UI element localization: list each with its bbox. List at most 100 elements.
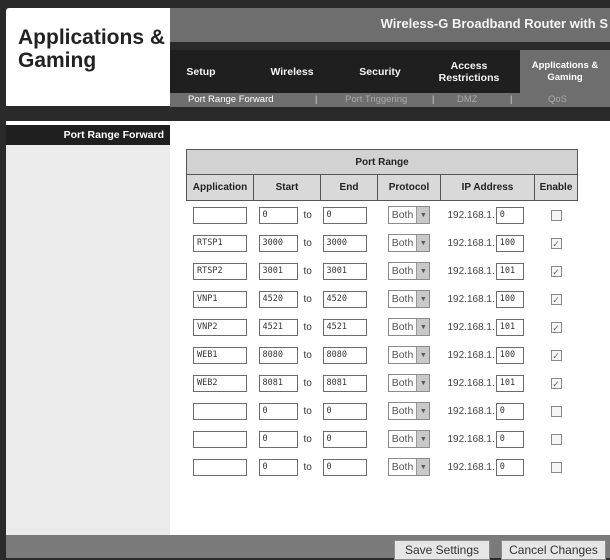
end-port-input[interactable]: 8081 xyxy=(322,374,367,392)
enable-checkbox[interactable]: ✓ xyxy=(550,349,562,361)
start-port-input[interactable]: 4521 xyxy=(258,318,298,336)
save-settings-button[interactable]: Save Settings xyxy=(394,540,490,560)
subtab-port-range-forward[interactable]: Port Range Forward xyxy=(188,94,274,105)
ip-last-octet-input[interactable]: 0 xyxy=(495,402,524,420)
ip-last-octet-input[interactable]: 100 xyxy=(495,346,524,364)
ip-last-octet-input[interactable]: 101 xyxy=(495,374,524,392)
ip-last-octet-input[interactable]: 0 xyxy=(495,206,524,224)
ip-last-octet-input[interactable]: 100 xyxy=(495,234,524,252)
chevron-down-icon[interactable]: ▼ xyxy=(416,431,430,447)
subtab-separator: | xyxy=(432,94,435,104)
chevron-down-icon[interactable]: ▼ xyxy=(416,319,430,335)
enable-checkbox[interactable]: ✓ xyxy=(550,377,562,389)
application-name-input[interactable]: VNP2 xyxy=(193,318,247,336)
ip-last-octet-input[interactable]: 101 xyxy=(495,318,524,336)
application-name-input[interactable] xyxy=(193,430,247,448)
protocol-select[interactable]: Both ▼ xyxy=(387,430,431,448)
application-name-input[interactable]: VNP1 xyxy=(193,290,247,308)
content-area: Port Range Application Start End Protoco… xyxy=(170,125,610,535)
enable-checkbox[interactable]: ✓ xyxy=(550,293,562,305)
application-name-input[interactable] xyxy=(193,458,247,476)
chevron-down-icon[interactable]: ▼ xyxy=(416,263,430,279)
start-port-input[interactable]: 4520 xyxy=(258,290,298,308)
to-label: to xyxy=(303,461,312,473)
cancel-changes-button[interactable]: Cancel Changes xyxy=(501,540,606,560)
enable-checkbox[interactable]: ✓ xyxy=(550,237,562,249)
ip-prefix: 192.168.1. xyxy=(447,349,495,361)
tab-applications-gaming[interactable]: Applications & Gaming xyxy=(520,50,610,93)
protocol-select[interactable]: Both ▼ xyxy=(387,290,431,308)
start-port-input[interactable]: 0 xyxy=(258,430,298,448)
tab-security[interactable]: Security xyxy=(340,50,420,93)
protocol-select[interactable]: Both ▼ xyxy=(387,234,431,252)
enable-checkbox[interactable] xyxy=(550,461,562,473)
product-name: Wireless-G Broadband Router with S xyxy=(380,16,608,31)
check-icon: ✓ xyxy=(552,322,560,333)
end-port-input[interactable]: 4521 xyxy=(322,318,367,336)
left-nav-label: Port Range Forward xyxy=(63,129,164,141)
start-port-input[interactable]: 0 xyxy=(258,458,298,476)
subtab-port-triggering[interactable]: Port Triggering xyxy=(345,94,407,105)
application-name-input[interactable]: RTSP1 xyxy=(193,234,247,252)
application-name-input[interactable] xyxy=(193,402,247,420)
application-name-input[interactable]: WEB2 xyxy=(193,374,247,392)
ip-prefix: 192.168.1. xyxy=(447,405,495,417)
end-port-input[interactable]: 3001 xyxy=(322,262,367,280)
chevron-down-icon[interactable]: ▼ xyxy=(416,235,430,251)
ip-last-octet-input[interactable]: 100 xyxy=(495,290,524,308)
chevron-down-icon[interactable]: ▼ xyxy=(416,291,430,307)
to-label: to xyxy=(303,293,312,305)
start-port-input[interactable]: 0 xyxy=(258,402,298,420)
enable-checkbox[interactable] xyxy=(550,405,562,417)
end-port-input[interactable]: 4520 xyxy=(322,290,367,308)
end-port-input[interactable]: 3000 xyxy=(322,234,367,252)
end-port-input[interactable]: 0 xyxy=(322,458,367,476)
protocol-value: Both xyxy=(391,321,414,333)
protocol-select[interactable]: Both ▼ xyxy=(387,262,431,280)
to-label: to xyxy=(303,377,312,389)
protocol-value: Both xyxy=(391,293,414,305)
enable-checkbox[interactable] xyxy=(550,433,562,445)
start-port-input[interactable]: 3001 xyxy=(258,262,298,280)
router-admin-window: Applications & Gaming Wireless-G Broadba… xyxy=(0,0,610,560)
tab-setup[interactable]: Setup xyxy=(170,50,232,93)
protocol-select[interactable]: Both ▼ xyxy=(387,318,431,336)
end-port-input[interactable]: 8080 xyxy=(322,346,367,364)
chevron-down-icon[interactable]: ▼ xyxy=(416,403,430,419)
to-label: to xyxy=(303,265,312,277)
end-port-input[interactable]: 0 xyxy=(322,430,367,448)
enable-checkbox[interactable]: ✓ xyxy=(550,265,562,277)
enable-checkbox[interactable]: ✓ xyxy=(550,321,562,333)
chevron-down-icon[interactable]: ▼ xyxy=(416,347,430,363)
subtab-dmz[interactable]: DMZ xyxy=(457,94,478,105)
ip-last-octet-input[interactable]: 0 xyxy=(495,430,524,448)
start-port-input[interactable]: 0 xyxy=(258,206,298,224)
tab-wireless[interactable]: Wireless xyxy=(250,50,334,93)
protocol-select[interactable]: Both ▼ xyxy=(387,206,431,224)
application-name-input[interactable]: WEB1 xyxy=(193,346,247,364)
ip-last-octet-input[interactable]: 101 xyxy=(495,262,524,280)
ip-prefix: 192.168.1. xyxy=(447,321,495,333)
chevron-down-icon[interactable]: ▼ xyxy=(416,375,430,391)
chevron-down-icon[interactable]: ▼ xyxy=(416,459,430,475)
application-name-input[interactable] xyxy=(193,206,247,224)
protocol-select[interactable]: Both ▼ xyxy=(387,374,431,392)
start-port-input[interactable]: 8081 xyxy=(258,374,298,392)
start-port-input[interactable]: 3000 xyxy=(258,234,298,252)
end-port-input[interactable]: 0 xyxy=(322,402,367,420)
tab-access-restrictions[interactable]: Access Restrictions xyxy=(426,50,512,93)
protocol-value: Both xyxy=(391,433,414,445)
section-title: Applications & Gaming xyxy=(18,26,166,72)
subtab-qos[interactable]: QoS xyxy=(548,94,567,105)
start-port-input[interactable]: 8080 xyxy=(258,346,298,364)
chevron-down-icon[interactable]: ▼ xyxy=(416,207,430,223)
protocol-select[interactable]: Both ▼ xyxy=(387,402,431,420)
port-range-table: Port Range Application Start End Protoco… xyxy=(186,149,578,481)
protocol-select[interactable]: Both ▼ xyxy=(387,458,431,476)
ip-last-octet-input[interactable]: 0 xyxy=(495,458,524,476)
end-port-input[interactable]: 0 xyxy=(322,206,367,224)
application-name-input[interactable]: RTSP2 xyxy=(193,262,247,280)
table-row: WEB2 8081 to 8081 Both ▼ 192.168.1. 101 ✓ xyxy=(186,369,578,397)
enable-checkbox[interactable] xyxy=(550,209,562,221)
protocol-select[interactable]: Both ▼ xyxy=(387,346,431,364)
